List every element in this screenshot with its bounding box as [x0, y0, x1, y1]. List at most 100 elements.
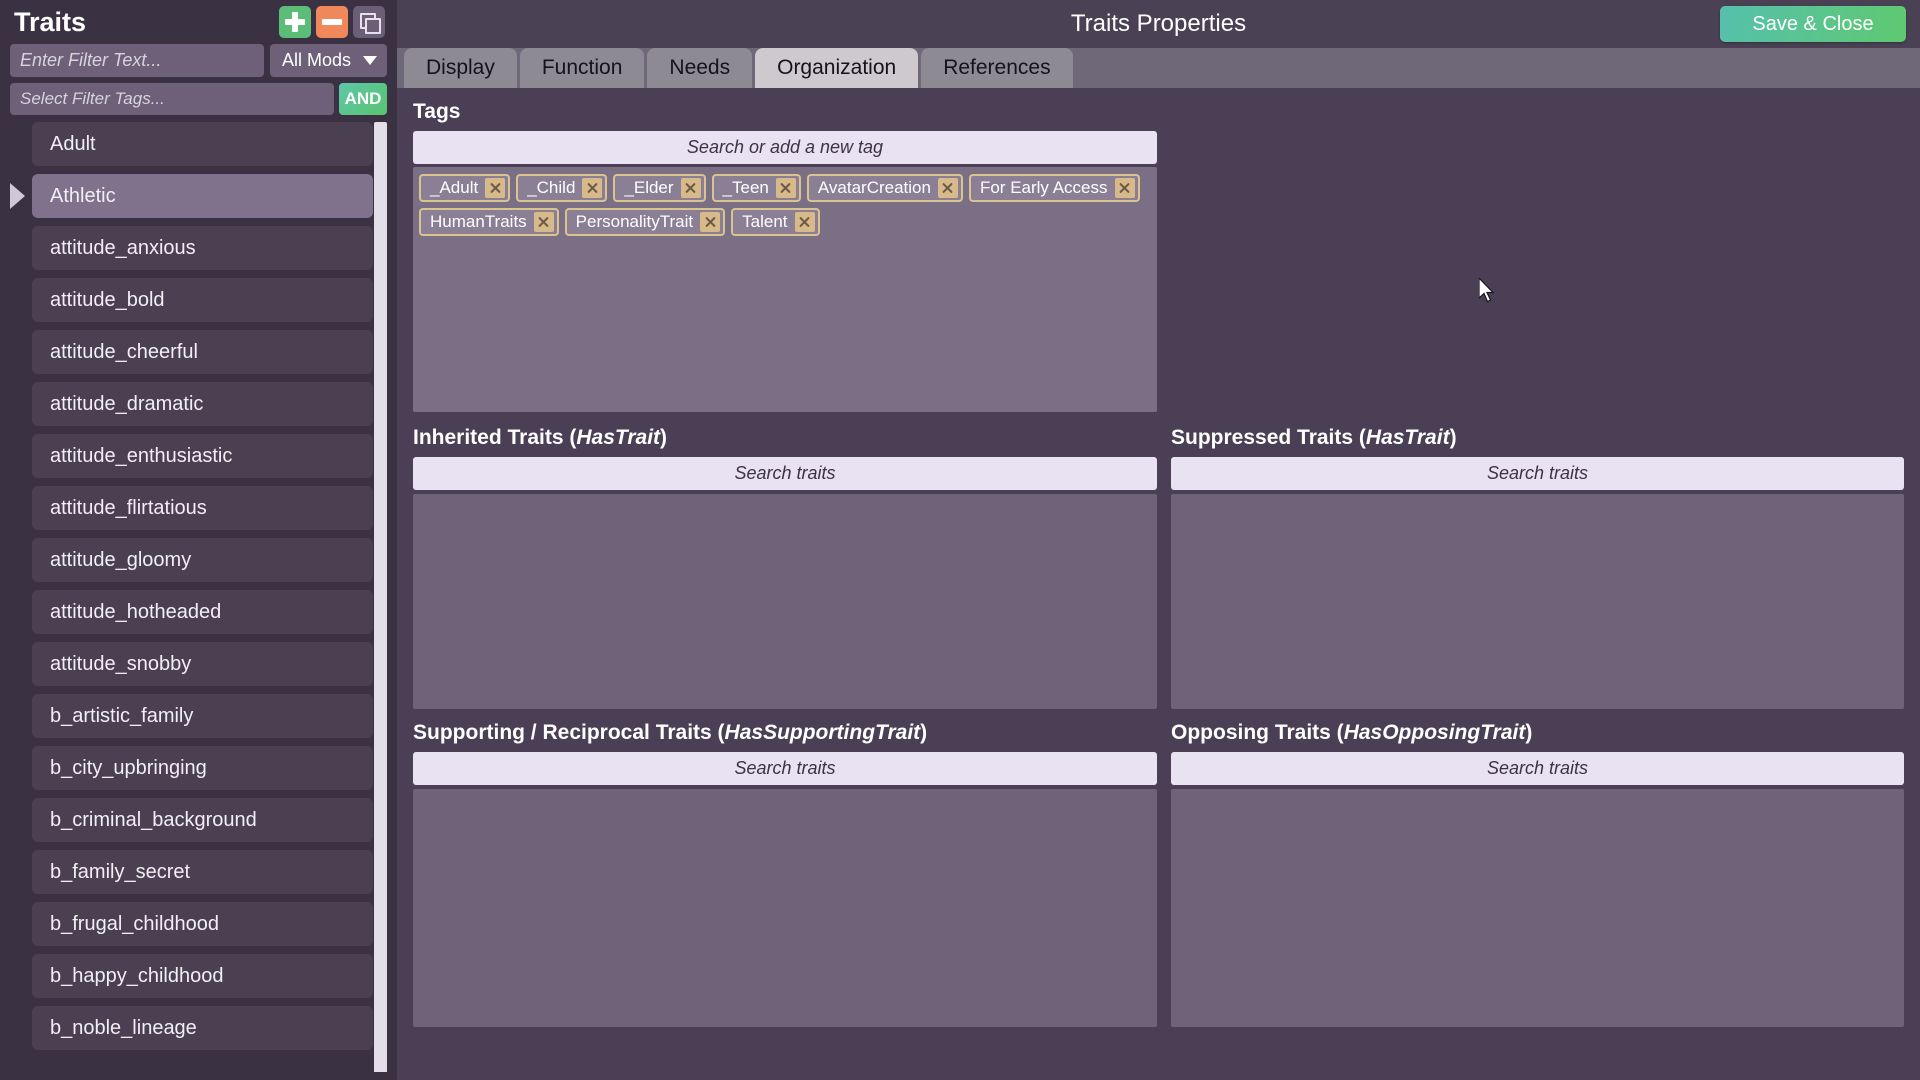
trait-list-item-label: b_frugal_childhood: [50, 912, 220, 935]
sidebar-title: Traits: [14, 6, 87, 37]
tag-chip-label: AvatarCreation: [817, 178, 931, 197]
tag-chip-remove-icon[interactable]: [680, 178, 701, 198]
trait-list-item-label: attitude_dramatic: [50, 392, 204, 415]
panel-label: Inherited Traits (HasTrait): [413, 426, 1157, 450]
tag-chip[interactable]: AvatarCreation: [806, 174, 963, 202]
trait-search-input[interactable]: [1171, 752, 1904, 785]
mouse-cursor: [1479, 278, 1495, 303]
trait-search-input[interactable]: [413, 752, 1157, 785]
trait-list-item-label: b_family_secret: [50, 860, 191, 883]
tag-chip[interactable]: _Teen: [711, 174, 801, 202]
panel-label: Suppressed Traits (HasTrait): [1171, 426, 1904, 450]
duplicate-trait-button[interactable]: [353, 6, 385, 38]
trait-list-item[interactable]: b_noble_lineage: [32, 1006, 373, 1050]
tag-chip-remove-icon[interactable]: [937, 178, 958, 198]
tab-organization[interactable]: Organization: [755, 48, 919, 88]
tab-references[interactable]: References: [921, 48, 1073, 88]
trait-list-item[interactable]: b_artistic_family: [32, 694, 373, 738]
trait-list-item[interactable]: attitude_hotheaded: [32, 590, 373, 634]
tab-needs[interactable]: Needs: [647, 48, 753, 88]
trait-relation-panel: Inherited Traits (HasTrait): [413, 426, 1157, 709]
filter-row: All Mods: [8, 44, 389, 77]
tag-chip[interactable]: _Elder: [613, 174, 706, 202]
tag-chip[interactable]: For Early Access: [968, 174, 1140, 202]
tag-chip[interactable]: PersonalityTrait: [564, 208, 726, 236]
mods-dropdown[interactable]: All Mods: [270, 44, 387, 77]
trait-list-item[interactable]: Athletic: [10, 174, 373, 218]
tag-filter-input[interactable]: [10, 83, 334, 115]
tab-function[interactable]: Function: [519, 48, 645, 88]
sidebar-header-buttons: [279, 6, 385, 38]
tag-chip-label: HumanTraits: [430, 212, 527, 231]
tag-chip-remove-icon[interactable]: [533, 212, 554, 232]
trait-list-item[interactable]: Adult: [32, 122, 373, 166]
organization-tab-content: Tags _Adult _Child _Elder _Teen AvatarCreati…: [397, 88, 1920, 1080]
trait-relation-panel: Suppressed Traits (HasTrait): [1171, 426, 1904, 709]
minus-icon: [322, 12, 342, 32]
tag-chip[interactable]: _Adult: [419, 174, 511, 202]
trait-search-input[interactable]: [413, 457, 1157, 490]
trait-list-item-label: attitude_snobby: [50, 652, 192, 675]
trait-list-item-label: attitude_enthusiastic: [50, 444, 233, 467]
save-and-close-button[interactable]: Save & Close: [1720, 6, 1906, 42]
tag-chip-remove-icon[interactable]: [485, 178, 506, 198]
trait-drop-area[interactable]: [1171, 494, 1904, 709]
tag-chip-label: PersonalityTrait: [575, 212, 694, 231]
tag-chip-label: For Early Access: [979, 178, 1108, 197]
trait-drop-area[interactable]: [413, 789, 1157, 1027]
plus-icon: [285, 12, 305, 32]
trait-list-item[interactable]: b_happy_childhood: [32, 954, 373, 998]
tag-chip-label: _Child: [527, 178, 576, 197]
trait-list-item[interactable]: b_city_upbringing: [32, 746, 373, 790]
trait-drop-area[interactable]: [1171, 789, 1904, 1027]
trait-list-item-label: b_noble_lineage: [50, 1016, 197, 1039]
page-title: Traits Properties: [1070, 10, 1247, 37]
filter-text-input[interactable]: [10, 44, 264, 77]
traits-sidebar: Traits All Mods AND: [0, 0, 397, 1080]
tag-chip-remove-icon[interactable]: [582, 178, 603, 198]
panel-label-property: HasOpposingTrait: [1343, 721, 1526, 744]
panel-label: Opposing Traits (HasOpposingTrait): [1171, 721, 1904, 745]
tag-chip[interactable]: HumanTraits: [419, 208, 559, 236]
trait-list-item[interactable]: attitude_cheerful: [32, 330, 373, 374]
add-trait-button[interactable]: [279, 6, 311, 38]
tag-chip-remove-icon[interactable]: [794, 212, 815, 232]
panel-label-end: ): [1449, 426, 1457, 449]
tag-chip[interactable]: _Child: [516, 174, 608, 202]
tags-box: _Adult _Child _Elder _Teen AvatarCreation For…: [413, 167, 1157, 412]
tag-search-input[interactable]: [413, 131, 1157, 164]
trait-list-item[interactable]: attitude_gloomy: [32, 538, 373, 582]
tag-chip-remove-icon[interactable]: [775, 178, 796, 198]
trait-list-item[interactable]: attitude_anxious: [32, 226, 373, 270]
trait-list-item[interactable]: attitude_dramatic: [32, 382, 373, 426]
trait-list[interactable]: Adult Athletic attitude_anxious attitude_bo…: [10, 122, 387, 1072]
trait-list-container: Adult Athletic attitude_anxious attitude_bo…: [10, 122, 387, 1072]
tag-chip-remove-icon[interactable]: [700, 212, 721, 232]
tab-display[interactable]: Display: [404, 48, 517, 88]
trait-list-item[interactable]: b_frugal_childhood: [32, 902, 373, 946]
trait-list-item-label: attitude_gloomy: [50, 548, 192, 571]
trait-drop-area[interactable]: [413, 494, 1157, 709]
trait-list-item[interactable]: attitude_flirtatious: [32, 486, 373, 530]
trait-list-item[interactable]: attitude_snobby: [32, 642, 373, 686]
trait-list-item[interactable]: attitude_bold: [32, 278, 373, 322]
trait-relation-panel: Supporting / Reciprocal Traits (HasSuppo…: [413, 721, 1157, 1027]
main-panel: Traits Properties Save & Close Display Fu…: [397, 0, 1920, 1080]
trait-list-item-label: Adult: [50, 132, 96, 155]
trait-list-item[interactable]: b_criminal_background: [32, 798, 373, 842]
trait-list-item[interactable]: attitude_enthusiastic: [32, 434, 373, 478]
panel-label-end: ): [660, 426, 668, 449]
tag-chip[interactable]: Talent: [731, 208, 820, 236]
tags-section-label: Tags: [413, 100, 461, 123]
tag-chip-remove-icon[interactable]: [1114, 178, 1135, 198]
trait-list-scrollbar[interactable]: [374, 122, 387, 1072]
scrollbar-thumb[interactable]: [374, 122, 387, 1072]
and-toggle-button[interactable]: AND: [339, 83, 387, 115]
trait-list-item[interactable]: b_family_secret: [32, 850, 373, 894]
panel-label-main: Inherited Traits (: [413, 426, 577, 449]
panel-label-property: HasTrait: [576, 426, 661, 449]
trait-list-item-label: b_artistic_family: [50, 704, 194, 727]
trait-search-input[interactable]: [1171, 457, 1904, 490]
remove-trait-button[interactable]: [316, 6, 348, 38]
duplicate-icon: [359, 12, 381, 34]
